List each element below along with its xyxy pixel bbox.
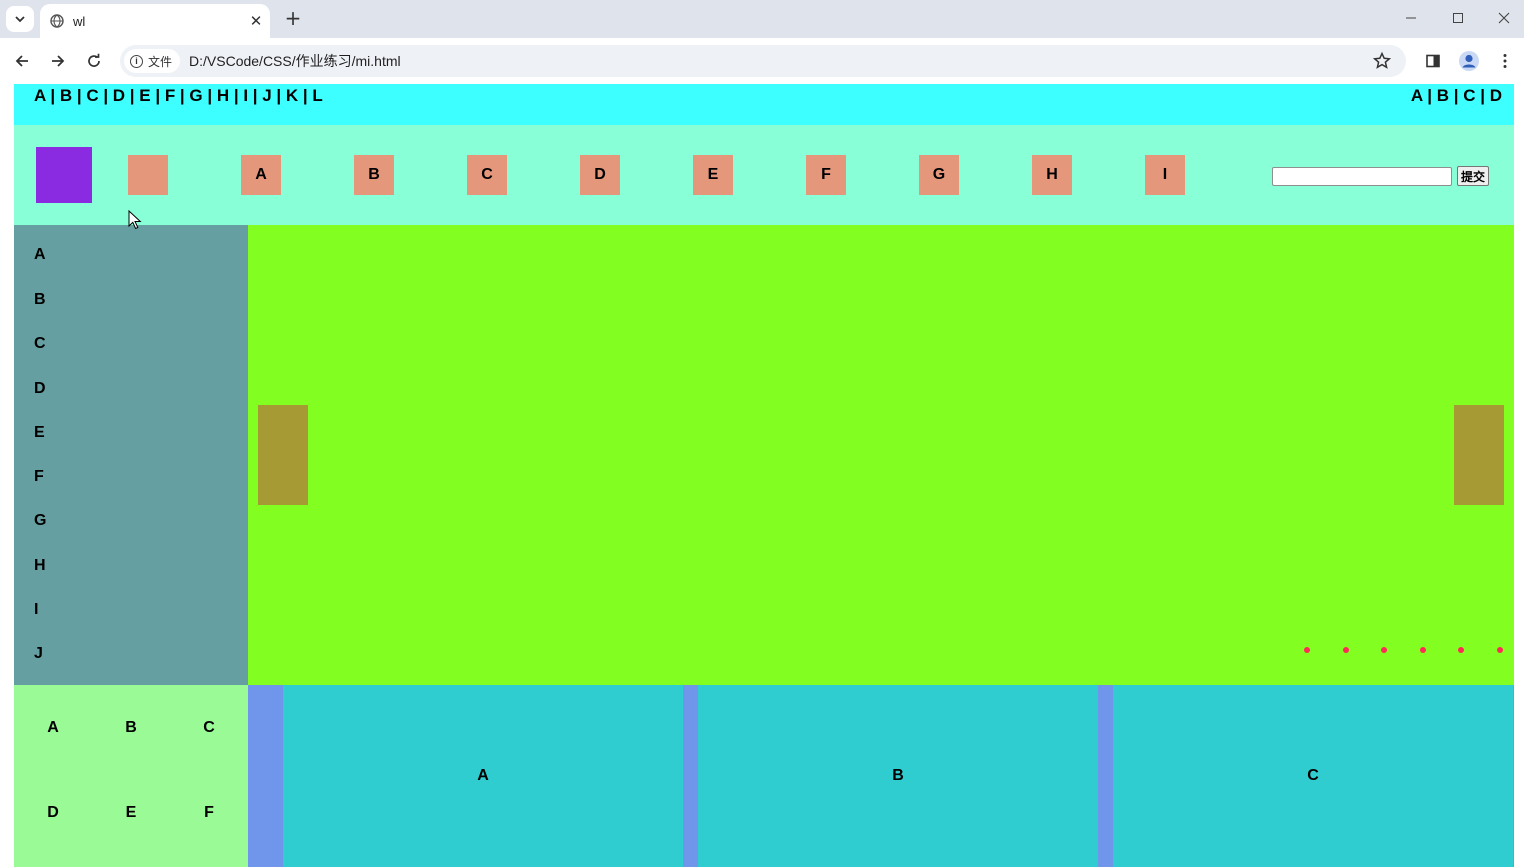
grid-item-d[interactable]: D bbox=[33, 804, 73, 822]
top-right-links[interactable]: A | B | C | D bbox=[1411, 86, 1502, 106]
sidebar-item-f[interactable]: F bbox=[34, 468, 44, 486]
carousel-dot[interactable] bbox=[1497, 647, 1503, 653]
bottom-grid: A B C D E F bbox=[14, 685, 248, 867]
card-a[interactable]: A bbox=[283, 685, 683, 867]
page-content: A | B | C | D | E | F | G | H | I | J | … bbox=[14, 84, 1514, 867]
site-info-chip[interactable]: i 文件 bbox=[124, 49, 181, 73]
nav-square-blank[interactable] bbox=[128, 155, 168, 195]
grid-item-a[interactable]: A bbox=[33, 719, 73, 737]
carousel-prev-button[interactable] bbox=[258, 405, 308, 505]
carousel-dot[interactable] bbox=[1381, 647, 1387, 653]
more-menu-icon[interactable] bbox=[1493, 49, 1517, 73]
search-input[interactable] bbox=[1272, 167, 1452, 186]
logo[interactable] bbox=[36, 147, 92, 203]
grid-item-e[interactable]: E bbox=[111, 804, 151, 822]
browser-tab-strip: wl ✕ + bbox=[0, 0, 1524, 38]
sidebar-item-h[interactable]: H bbox=[34, 557, 46, 575]
nav-item-a[interactable]: A bbox=[241, 155, 281, 195]
mouse-cursor-icon bbox=[128, 210, 142, 230]
close-tab-icon[interactable]: ✕ bbox=[246, 11, 266, 31]
top-left-links[interactable]: A | B | C | D | E | F | G | H | I | J | … bbox=[34, 86, 323, 106]
carousel-dot[interactable] bbox=[1458, 647, 1464, 653]
card-b[interactable]: B bbox=[698, 685, 1098, 867]
address-bar[interactable]: i 文件 D:/VSCode/CSS/作业练习/mi.html bbox=[120, 45, 1406, 77]
sidebar-item-d[interactable]: D bbox=[34, 380, 46, 398]
carousel-next-button[interactable] bbox=[1454, 405, 1504, 505]
reload-icon[interactable] bbox=[82, 49, 106, 73]
nav-item-g[interactable]: G bbox=[919, 155, 959, 195]
nav-item-i[interactable]: I bbox=[1145, 155, 1185, 195]
url-text: D:/VSCode/CSS/作业练习/mi.html bbox=[189, 53, 401, 69]
grid-item-f[interactable]: F bbox=[189, 804, 229, 822]
tab-search-button[interactable] bbox=[6, 6, 34, 32]
info-icon: i bbox=[130, 54, 143, 68]
sidebar-item-c[interactable]: C bbox=[34, 335, 46, 353]
banner-carousel bbox=[248, 225, 1514, 685]
new-tab-button[interactable]: + bbox=[282, 8, 304, 30]
nav-item-f[interactable]: F bbox=[806, 155, 846, 195]
nav-item-e[interactable]: E bbox=[693, 155, 733, 195]
top-link-bar: A | B | C | D | E | F | G | H | I | J | … bbox=[14, 84, 1514, 125]
grid-item-b[interactable]: B bbox=[111, 719, 151, 737]
tab-title: wl bbox=[73, 13, 86, 29]
back-arrow-icon[interactable] bbox=[10, 49, 34, 73]
maximize-icon[interactable] bbox=[1445, 6, 1471, 30]
nav-item-c[interactable]: C bbox=[467, 155, 507, 195]
forward-arrow-icon[interactable] bbox=[46, 49, 70, 73]
card-c[interactable]: C bbox=[1113, 685, 1513, 867]
profile-avatar-icon[interactable] bbox=[1457, 49, 1481, 73]
bookmark-star-icon[interactable] bbox=[1372, 51, 1392, 71]
site-header: A B C D E F G H I 提交 bbox=[14, 125, 1514, 225]
globe-icon bbox=[50, 14, 64, 28]
sidebar-item-j[interactable]: J bbox=[34, 645, 43, 663]
bottom-cards: A B C bbox=[248, 685, 1514, 867]
nav-item-d[interactable]: D bbox=[580, 155, 620, 195]
browser-toolbar: i 文件 D:/VSCode/CSS/作业练习/mi.html bbox=[0, 38, 1524, 84]
browser-tab[interactable]: wl ✕ bbox=[40, 4, 270, 38]
nav-item-b[interactable]: B bbox=[354, 155, 394, 195]
carousel-dot[interactable] bbox=[1304, 647, 1310, 653]
submit-button[interactable]: 提交 bbox=[1457, 166, 1489, 186]
side-panel-icon[interactable] bbox=[1421, 49, 1445, 73]
carousel-dot[interactable] bbox=[1420, 647, 1426, 653]
grid-item-c[interactable]: C bbox=[189, 719, 229, 737]
sidebar-item-a[interactable]: A bbox=[34, 246, 46, 264]
carousel-dot[interactable] bbox=[1343, 647, 1349, 653]
sidebar-item-b[interactable]: B bbox=[34, 291, 46, 309]
site-chip-label: 文件 bbox=[148, 54, 173, 69]
minimize-icon[interactable] bbox=[1398, 6, 1424, 30]
sidebar-item-g[interactable]: G bbox=[34, 512, 46, 530]
nav-item-h[interactable]: H bbox=[1032, 155, 1072, 195]
sidebar-item-e[interactable]: E bbox=[34, 424, 45, 442]
window-close-icon[interactable] bbox=[1491, 6, 1517, 30]
chevron-down-icon bbox=[15, 16, 25, 23]
sidebar-menu: A B C D E F G H I J bbox=[14, 225, 248, 685]
sidebar-item-i[interactable]: I bbox=[34, 601, 38, 619]
